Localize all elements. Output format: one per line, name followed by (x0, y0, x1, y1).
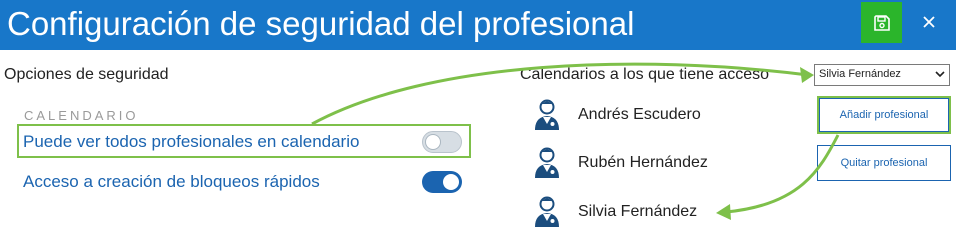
option-view-all-professionals[interactable]: Puede ver todos profesionales en calenda… (23, 132, 359, 152)
close-button[interactable] (912, 4, 946, 40)
toggle-knob (443, 174, 459, 190)
doctor-avatar-icon (535, 99, 559, 130)
professional-name: Rubén Hernández (578, 154, 708, 171)
floppy-disk-icon (873, 14, 890, 31)
save-button[interactable] (861, 2, 902, 43)
calendars-access-title: Calendarios a los que tiene acceso (520, 66, 770, 83)
professional-name: Andrés Escudero (578, 106, 701, 123)
toggle-quick-blocks[interactable] (422, 171, 462, 193)
chevron-down-icon (935, 71, 945, 78)
professional-select[interactable]: Silvia Fernández (814, 64, 950, 86)
professional-name: Silvia Fernández (578, 203, 698, 220)
annotation-arrowhead-list (716, 204, 731, 220)
security-options-title: Opciones de seguridad (4, 66, 169, 83)
close-icon (923, 16, 935, 28)
doctor-avatar-icon (535, 196, 559, 227)
annotation-arrowhead-select (800, 67, 814, 83)
page-title: Configuración de seguridad del profesion… (7, 5, 635, 42)
remove-professional-button[interactable]: Quitar profesional (817, 145, 951, 181)
professional-select-value: Silvia Fernández (819, 68, 901, 80)
option-quick-blocks[interactable]: Acceso a creación de bloqueos rápidos (23, 172, 320, 192)
toggle-knob (425, 134, 441, 150)
doctor-avatar-icon (535, 147, 559, 178)
add-professional-button[interactable]: Añadir profesional (819, 98, 949, 132)
toggle-view-all-professionals[interactable] (422, 131, 462, 153)
calendar-group-label: CALENDARIO (24, 108, 139, 123)
header-bar: Configuración de seguridad del profesion… (0, 0, 956, 50)
